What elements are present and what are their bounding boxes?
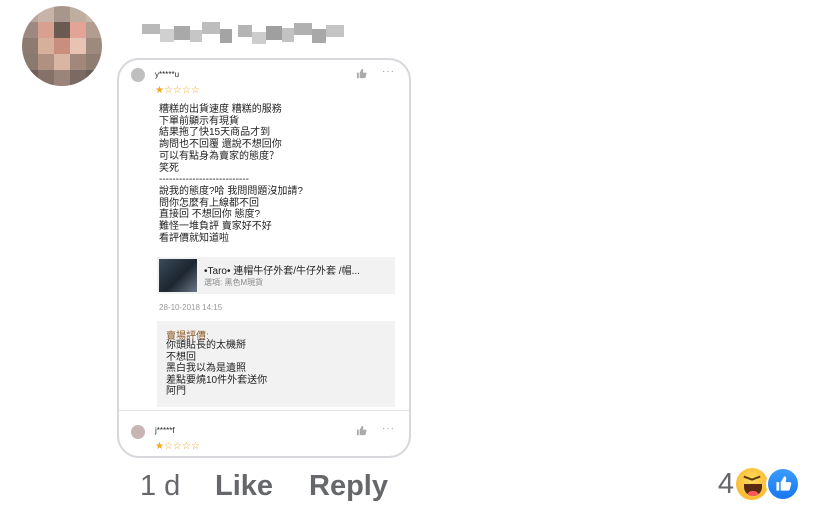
seller-reply-text: 你頭貼長的太機掰 不想回 黑白我以為是遺照 差點要燒10件外套送你 阿門 bbox=[166, 340, 268, 397]
commenter-avatar[interactable] bbox=[22, 6, 102, 86]
review-2: j*****f ··· ★☆☆☆☆ bbox=[119, 420, 409, 456]
comment-timestamp[interactable]: 1 d bbox=[140, 468, 180, 504]
attached-screenshot[interactable]: y*****u ··· ★☆☆☆☆ 糟糕的出貨速度 糟糕的服務 下單前顯示有現貨… bbox=[117, 58, 411, 458]
product-card: •Taro• 連帽牛仔外套/牛仔外套 /帽... 選項: 黑色M現貨 bbox=[157, 257, 395, 294]
review-date: 28-10-2018 14:15 bbox=[159, 303, 223, 312]
review-divider bbox=[119, 410, 409, 411]
reviewer-avatar bbox=[131, 425, 145, 439]
seller-reply-box: 賣場評價: 你頭貼長的太機掰 不想回 黑白我以為是遺照 差點要燒10件外套送你 … bbox=[157, 321, 395, 407]
commenter-name-redacted[interactable] bbox=[142, 20, 352, 50]
star-rating: ★☆☆☆☆ bbox=[155, 85, 200, 96]
reviewer-avatar bbox=[131, 68, 145, 82]
reviewer-username: j*****f bbox=[155, 426, 175, 435]
reviewer-username: y*****u bbox=[155, 70, 180, 79]
like-icon bbox=[766, 467, 800, 501]
like-button[interactable]: Like bbox=[215, 468, 273, 504]
reactions-summary[interactable]: 4 bbox=[686, 466, 806, 502]
haha-icon bbox=[734, 466, 770, 502]
thumbs-up-icon bbox=[356, 425, 367, 439]
more-options-icon: ··· bbox=[382, 423, 395, 434]
review-1: y*****u ··· ★☆☆☆☆ 糟糕的出貨速度 糟糕的服務 下單前顯示有現貨… bbox=[119, 60, 409, 410]
review-text: 糟糕的出貨速度 糟糕的服務 下單前顯示有現貨 結果拖了快15天商品才到 詢問也不… bbox=[159, 104, 303, 244]
reply-button[interactable]: Reply bbox=[309, 468, 388, 504]
product-thumbnail bbox=[159, 259, 197, 292]
product-variant: 選項: 黑色M現貨 bbox=[204, 278, 264, 287]
more-options-icon: ··· bbox=[382, 66, 395, 77]
product-title: •Taro• 連帽牛仔外套/牛仔外套 /帽... bbox=[204, 266, 360, 277]
star-rating: ★☆☆☆☆ bbox=[155, 441, 200, 452]
reaction-count: 4 bbox=[717, 468, 734, 500]
thumbs-up-icon bbox=[356, 68, 367, 82]
